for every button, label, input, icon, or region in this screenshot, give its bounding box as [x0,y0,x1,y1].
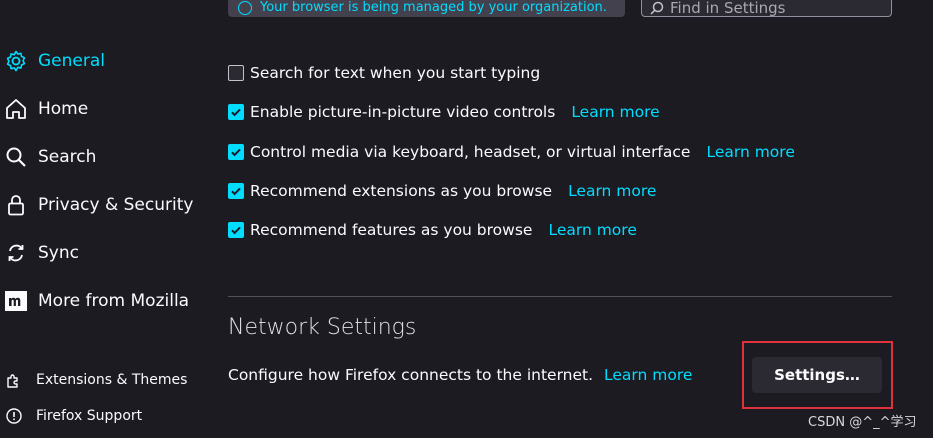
checkbox[interactable] [228,104,244,120]
network-description-text: Configure how Firefox connects to the in… [228,366,594,384]
learn-more-link[interactable]: Learn more [571,103,659,121]
checkmark-icon [231,148,241,157]
learn-more-link[interactable]: Learn more [706,143,794,161]
sidebar-item-privacy-security[interactable]: Privacy & Security [4,190,193,220]
option-label: Control media via keyboard, headset, or … [250,143,691,161]
option-recommend-features[interactable]: Recommend features as you browse Learn m… [228,219,637,241]
sidebar-item-extensions-themes[interactable]: Extensions & Themes [6,365,187,395]
network-settings-description: Configure how Firefox connects to the in… [228,366,692,384]
sidebar-item-home[interactable]: Home [4,94,88,124]
gear-icon [4,49,28,73]
checkbox[interactable] [228,222,244,238]
option-recommend-extensions[interactable]: Recommend extensions as you browse Learn… [228,180,656,202]
sidebar-item-search[interactable]: Search [4,142,96,172]
help-icon [6,408,22,424]
sidebar-item-general[interactable]: General [4,46,105,76]
sidebar-item-label: Sync [38,243,79,263]
sidebar-item-label: Extensions & Themes [36,372,188,388]
sidebar-item-more-from-mozilla[interactable]: More from Mozilla [4,286,189,316]
checkmark-icon [231,108,241,117]
watermark: CSDN @^_^学习 [808,415,917,430]
search-input[interactable] [670,0,870,16]
sidebar-item-label: Privacy & Security [38,195,194,215]
info-icon [238,0,252,15]
learn-more-link[interactable]: Learn more [548,221,636,239]
sync-icon [4,241,28,265]
learn-more-link[interactable]: Learn more [604,366,692,384]
checkbox[interactable] [228,144,244,160]
mozilla-icon [4,289,28,313]
checkmark-icon [231,187,241,196]
sidebar-item-label: Firefox Support [36,408,143,424]
option-picture-in-picture[interactable]: Enable picture-in-picture video controls… [228,101,660,123]
banner-text: Your browser is being managed by your or… [260,0,607,15]
managed-browser-banner: Your browser is being managed by your or… [228,0,625,17]
checkbox[interactable] [228,65,244,81]
search-icon [4,145,28,169]
option-search-typing[interactable]: Search for text when you start typing [228,62,540,84]
find-in-settings-field[interactable] [641,0,892,17]
home-icon [4,97,28,121]
sidebar-item-label: General [38,51,105,71]
sidebar-item-firefox-support[interactable]: Firefox Support [6,401,142,431]
checkbox[interactable] [228,183,244,199]
checkmark-icon [231,226,241,235]
sidebar-item-label: More from Mozilla [38,291,190,311]
option-label: Enable picture-in-picture video controls [250,103,556,121]
section-divider [228,296,892,297]
option-label: Recommend extensions as you browse [250,182,553,200]
sidebar-item-label: Home [38,99,89,119]
sidebar-item-label: Search [38,147,97,167]
learn-more-link[interactable]: Learn more [568,182,656,200]
network-settings-button[interactable]: Settings… [752,357,882,393]
option-label: Recommend features as you browse [250,221,533,239]
puzzle-icon [6,372,22,388]
sidebar-item-sync[interactable]: Sync [4,238,79,268]
lock-icon [4,193,28,217]
network-settings-title: Network Settings [228,315,417,340]
search-icon [650,1,664,15]
option-label: Search for text when you start typing [250,64,541,82]
option-control-media[interactable]: Control media via keyboard, headset, or … [228,141,795,163]
